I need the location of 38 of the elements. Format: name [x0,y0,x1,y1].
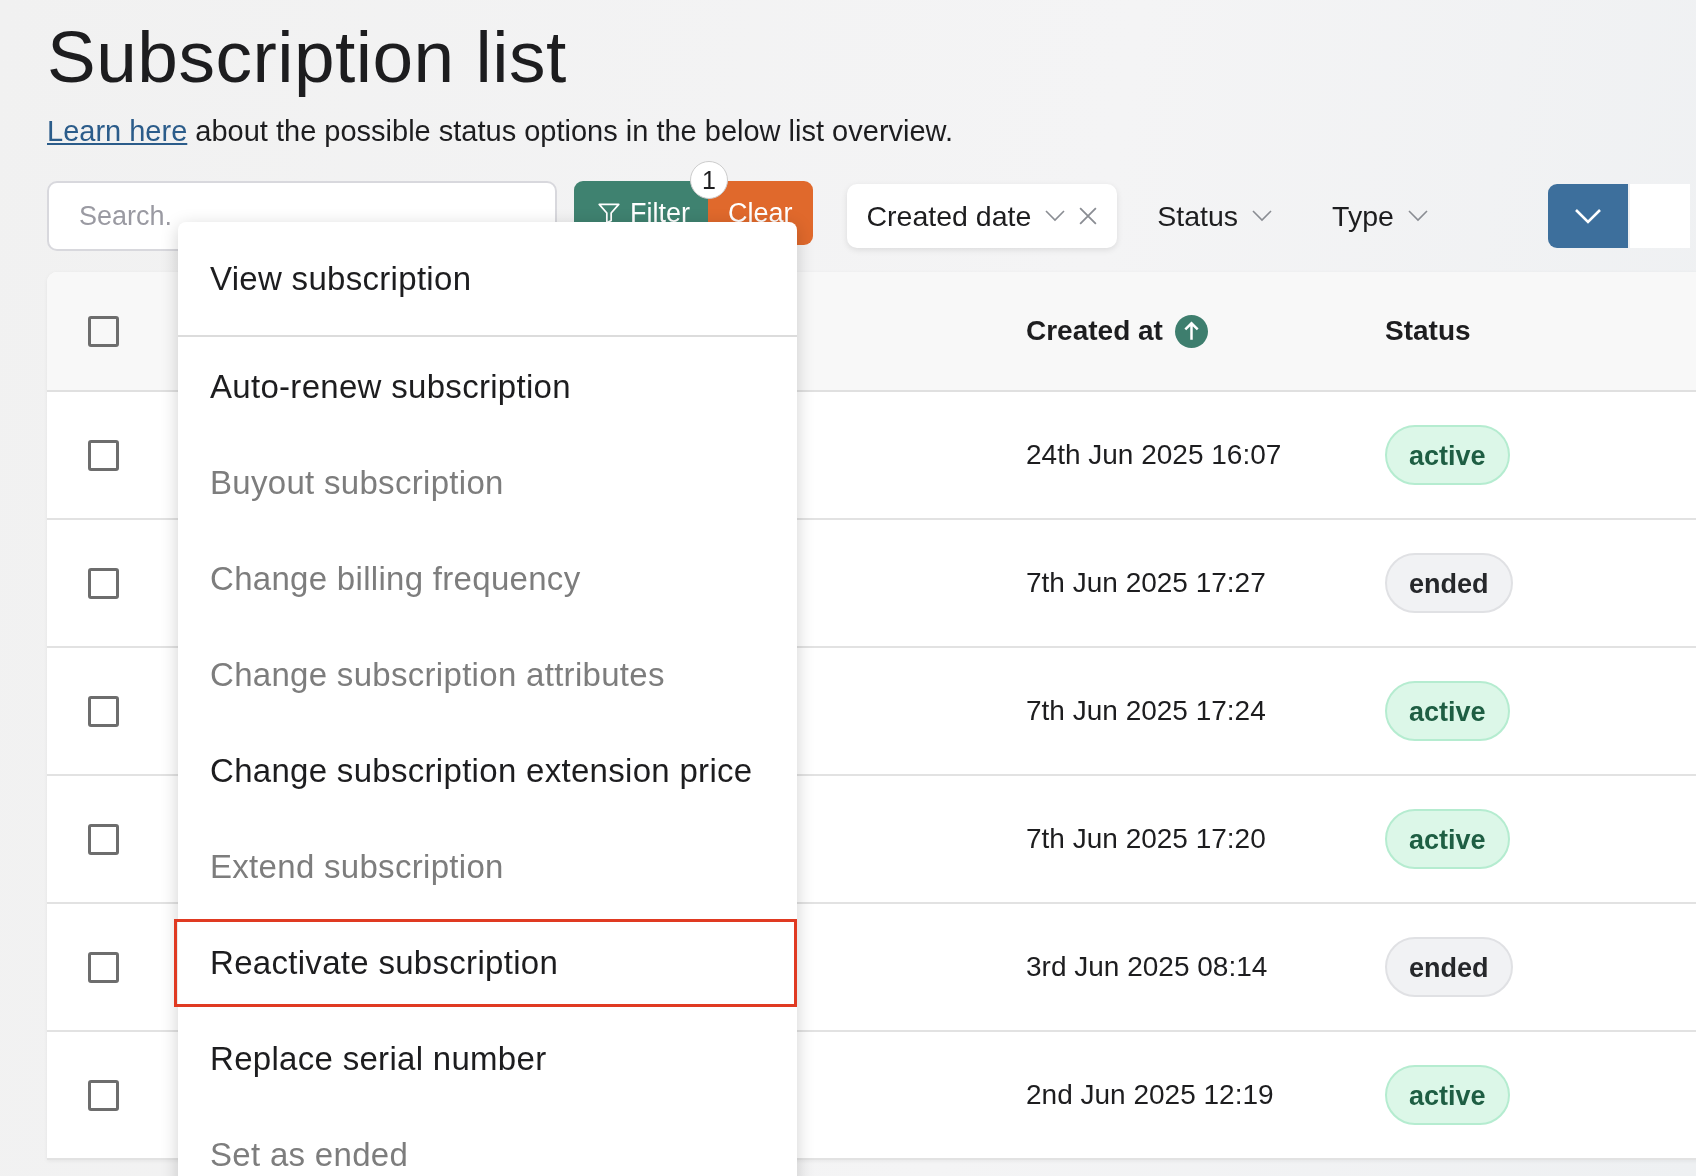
intro-text: Learn here about the possible status options in the below list overview. [47,114,954,148]
row-checkbox[interactable] [88,951,119,983]
dropdown-button[interactable] [1547,184,1628,248]
table-cell: 3rd Jun 2025 08:14 [1026,951,1268,983]
row-checkbox[interactable] [88,823,119,855]
menu-item[interactable]: Reactivate subscription [174,919,797,1007]
chevron-down-icon [1407,210,1428,222]
table-cell: 2nd Jun 2025 12:19 [1026,1079,1274,1111]
row-checkbox[interactable] [88,695,119,727]
page-title: Subscription list [47,15,568,99]
close-icon [1079,207,1098,225]
status-badge: active [1385,425,1510,485]
chevron-down-icon [1045,210,1066,222]
column-header: Created at [1026,315,1163,347]
row-checkbox[interactable] [88,439,119,471]
status-badge: active [1385,809,1510,869]
filter-dropdown[interactable]: Status [1137,184,1293,248]
menu-item[interactable]: Replace serial number [178,1011,797,1107]
status-badge: ended [1385,937,1513,997]
chevron-down-icon [1252,210,1273,222]
status-badge: active [1385,681,1510,741]
table-cell: 7th Jun 2025 17:20 [1026,823,1266,855]
filter-dropdown[interactable]: Type [1312,184,1448,248]
table-cell: 7th Jun 2025 17:27 [1026,567,1266,599]
select-all-checkbox[interactable] [88,315,119,347]
menu-item[interactable]: Change subscription extension price [178,723,797,819]
learn-here-link[interactable]: Learn here [47,115,188,147]
filter-count-badge: 1 [690,161,728,199]
table-cell: 7th Jun 2025 17:24 [1026,695,1266,727]
column-header: Status [1385,315,1471,347]
row-checkbox[interactable] [88,567,119,599]
filter-dropdown[interactable]: Created date [846,184,1118,248]
menu-item[interactable]: Auto-renew subscription [178,339,797,435]
row-checkbox[interactable] [88,1079,119,1111]
status-badge: ended [1385,553,1513,613]
table-cell: 24th Jun 2025 16:07 [1026,439,1282,471]
chevron-down-icon [1572,208,1603,224]
status-badge: active [1385,1065,1510,1125]
